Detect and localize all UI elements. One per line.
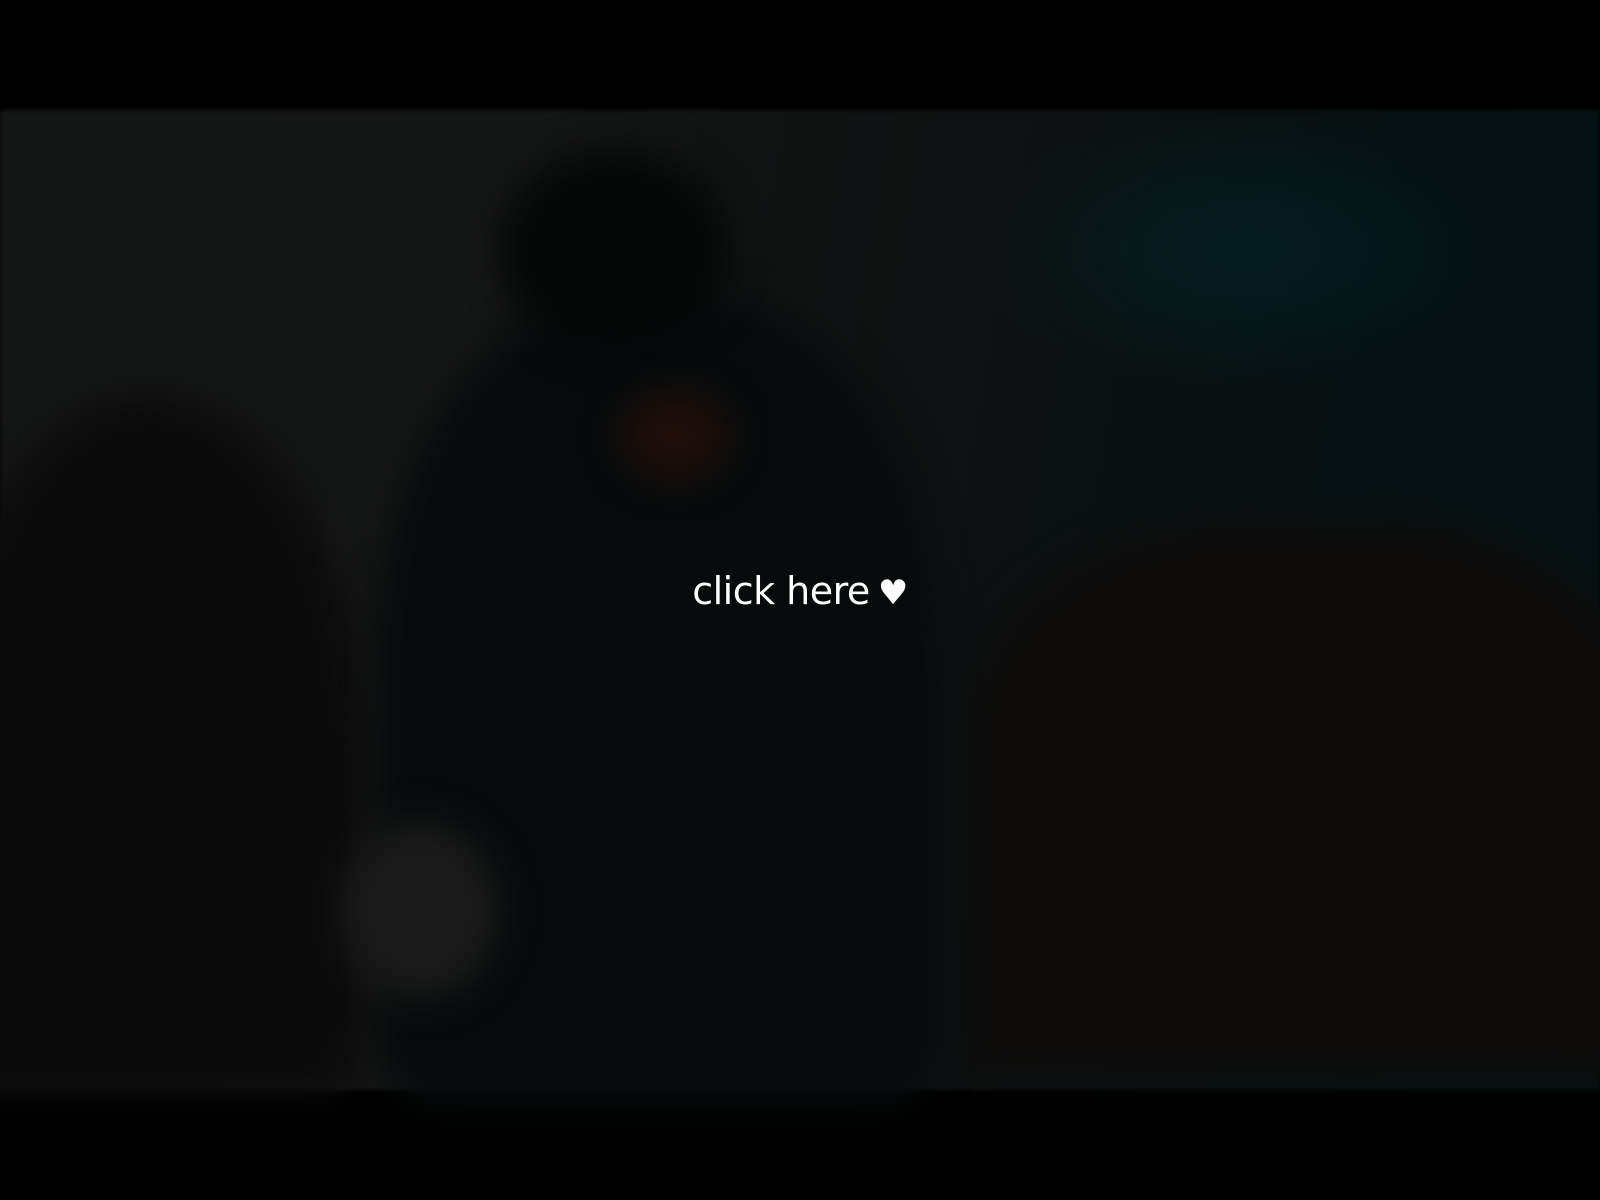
click-here-link[interactable]: click here ♥ [0, 568, 1600, 616]
video-landing-page: click here ♥ [0, 0, 1600, 1200]
heart-icon: ♥ [877, 573, 908, 613]
background-person-head [500, 150, 730, 350]
background-accent [620, 390, 730, 480]
background-person-hand [340, 820, 500, 1000]
click-here-label[interactable]: click here [692, 568, 870, 614]
